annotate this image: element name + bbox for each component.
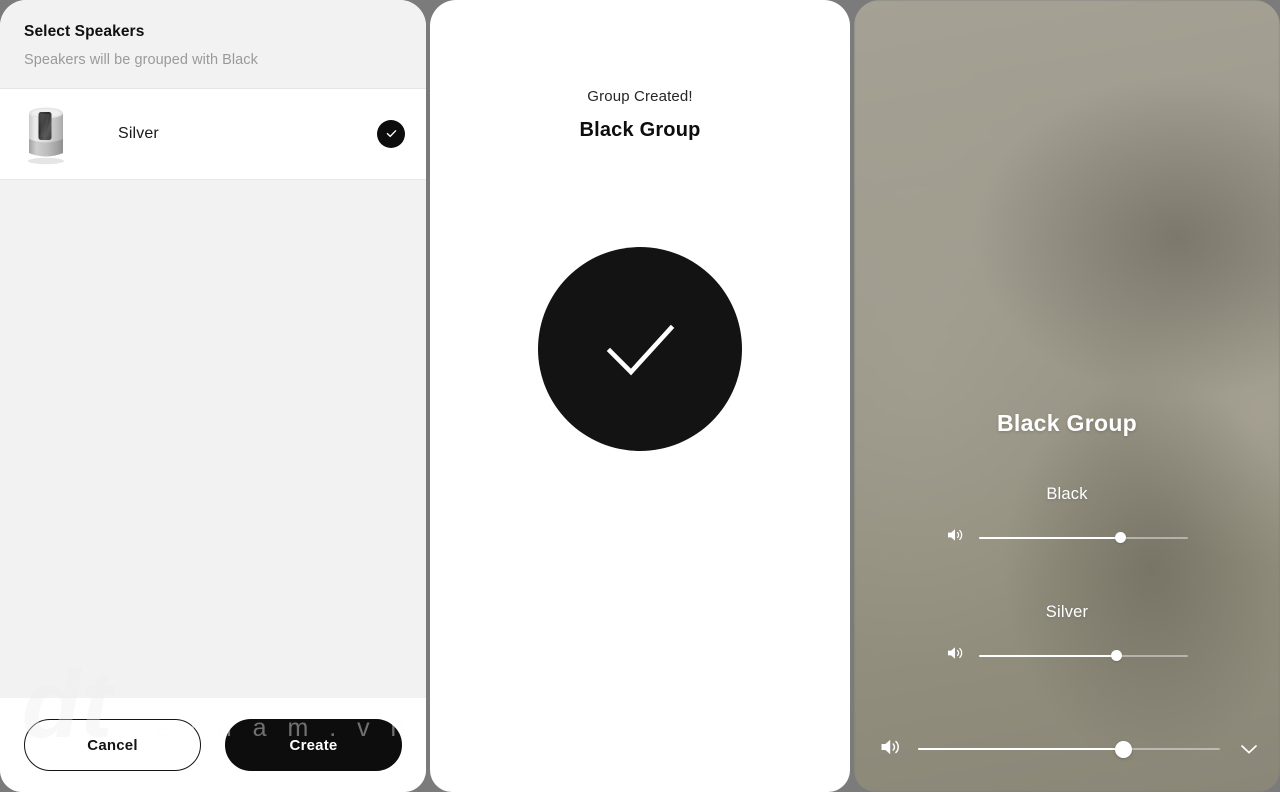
select-speakers-sheet: Select Speakers Speakers will be grouped… <box>0 0 426 792</box>
app-screen: Select Speakers Speakers will be grouped… <box>0 0 1280 792</box>
slider-thumb[interactable] <box>1115 532 1127 543</box>
slider-fill <box>978 536 1121 539</box>
list-item-label: Silver <box>118 124 159 142</box>
volume-icon <box>947 645 965 666</box>
speaker-label: Black <box>1046 485 1088 503</box>
volume-slider-black[interactable] <box>978 529 1188 547</box>
group-created-panel: Group Created! Black Group <box>430 0 850 792</box>
speaker-selected-toggle[interactable] <box>377 119 405 148</box>
speaker-list: Silver <box>0 88 426 180</box>
volume-icon <box>947 527 965 548</box>
sheet-subtitle: Speakers will be grouped with Black <box>24 52 258 69</box>
slider-thumb[interactable] <box>1114 740 1132 758</box>
cancel-button[interactable]: Cancel <box>24 719 201 771</box>
slider-fill <box>978 654 1117 657</box>
create-button[interactable]: Create <box>225 719 402 771</box>
list-item[interactable]: Silver <box>0 88 426 180</box>
sheet-footer: Cancel Create <box>0 698 426 792</box>
volume-slider-silver[interactable] <box>978 647 1188 665</box>
group-created-status: Group Created! <box>587 88 693 105</box>
check-circle-icon <box>538 247 742 451</box>
page-title: Select Speakers <box>24 23 145 40</box>
master-volume-slider[interactable] <box>918 738 1220 760</box>
speaker-label: Silver <box>1045 603 1089 621</box>
master-volume-bar <box>854 706 1280 792</box>
chevron-down-icon[interactable] <box>1236 736 1262 762</box>
sheet-header: Select Speakers Speakers will be grouped… <box>0 0 426 89</box>
cylindrical-speaker-icon <box>24 103 68 165</box>
slider-fill <box>918 747 1124 751</box>
volume-icon[interactable] <box>880 737 902 762</box>
now-playing-group-title: Black Group <box>996 410 1138 436</box>
speaker-volume-group-silver: Silver <box>854 603 1280 666</box>
sheet-empty-area <box>0 179 426 698</box>
check-icon <box>386 130 396 138</box>
group-created-name: Black Group <box>579 119 701 141</box>
slider-thumb[interactable] <box>1110 650 1122 661</box>
now-playing-group-panel: Black Group Black Silver <box>854 0 1280 792</box>
speaker-volume-group-black: Black <box>854 485 1280 548</box>
